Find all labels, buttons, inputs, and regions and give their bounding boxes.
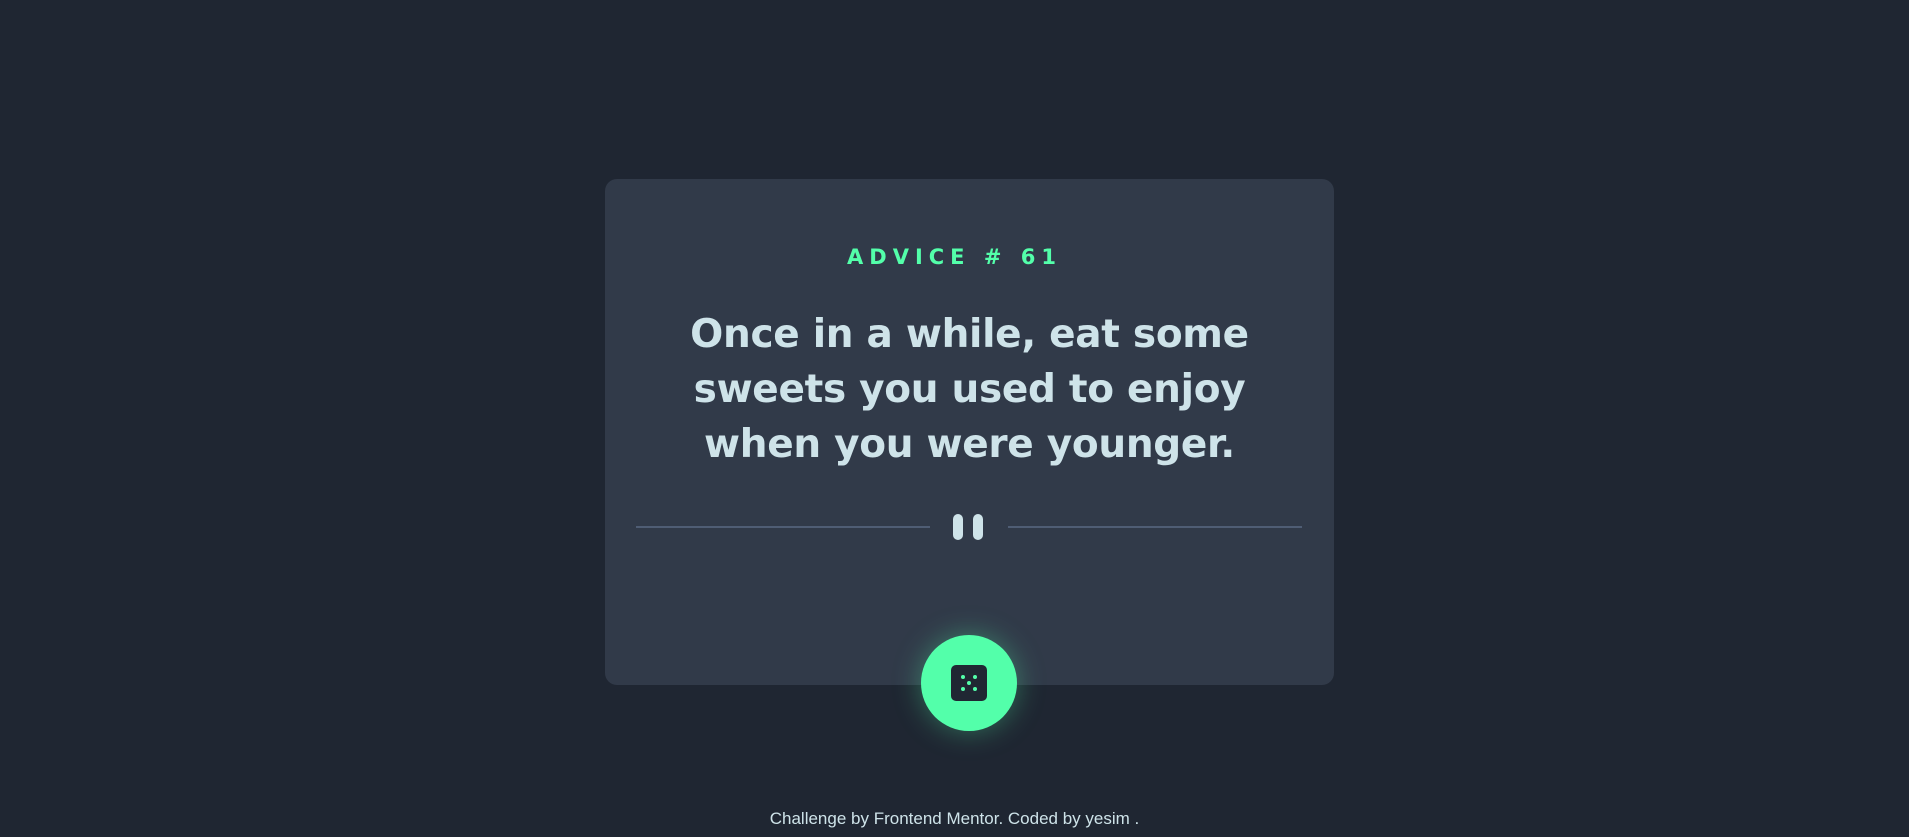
pause-bar: [973, 514, 983, 540]
dice-dot: [967, 681, 971, 685]
divider-line-right: [1008, 526, 1302, 528]
dice-icon: [951, 665, 987, 701]
attribution: Challenge by Frontend Mentor. Coded by y…: [0, 808, 1909, 830]
dice-dot: [961, 687, 965, 691]
pause-bar: [953, 514, 963, 540]
frontend-mentor-link[interactable]: Frontend Mentor: [874, 809, 999, 828]
advice-id: ADVICE # 61: [847, 245, 1062, 269]
new-advice-button[interactable]: [921, 635, 1017, 731]
advice-quote: Once in a while, eat some sweets you use…: [690, 312, 1249, 467]
pause-icon: [953, 514, 985, 540]
divider-line-left: [636, 526, 930, 528]
dice-dot: [961, 675, 965, 679]
attribution-suffix: .: [1129, 809, 1140, 828]
attribution-middle: . Coded by: [998, 809, 1086, 828]
author-link[interactable]: yesim: [1085, 809, 1129, 828]
dice-dot: [973, 675, 977, 679]
attribution-prefix: Challenge by: [769, 809, 874, 828]
dice-dot: [973, 687, 977, 691]
